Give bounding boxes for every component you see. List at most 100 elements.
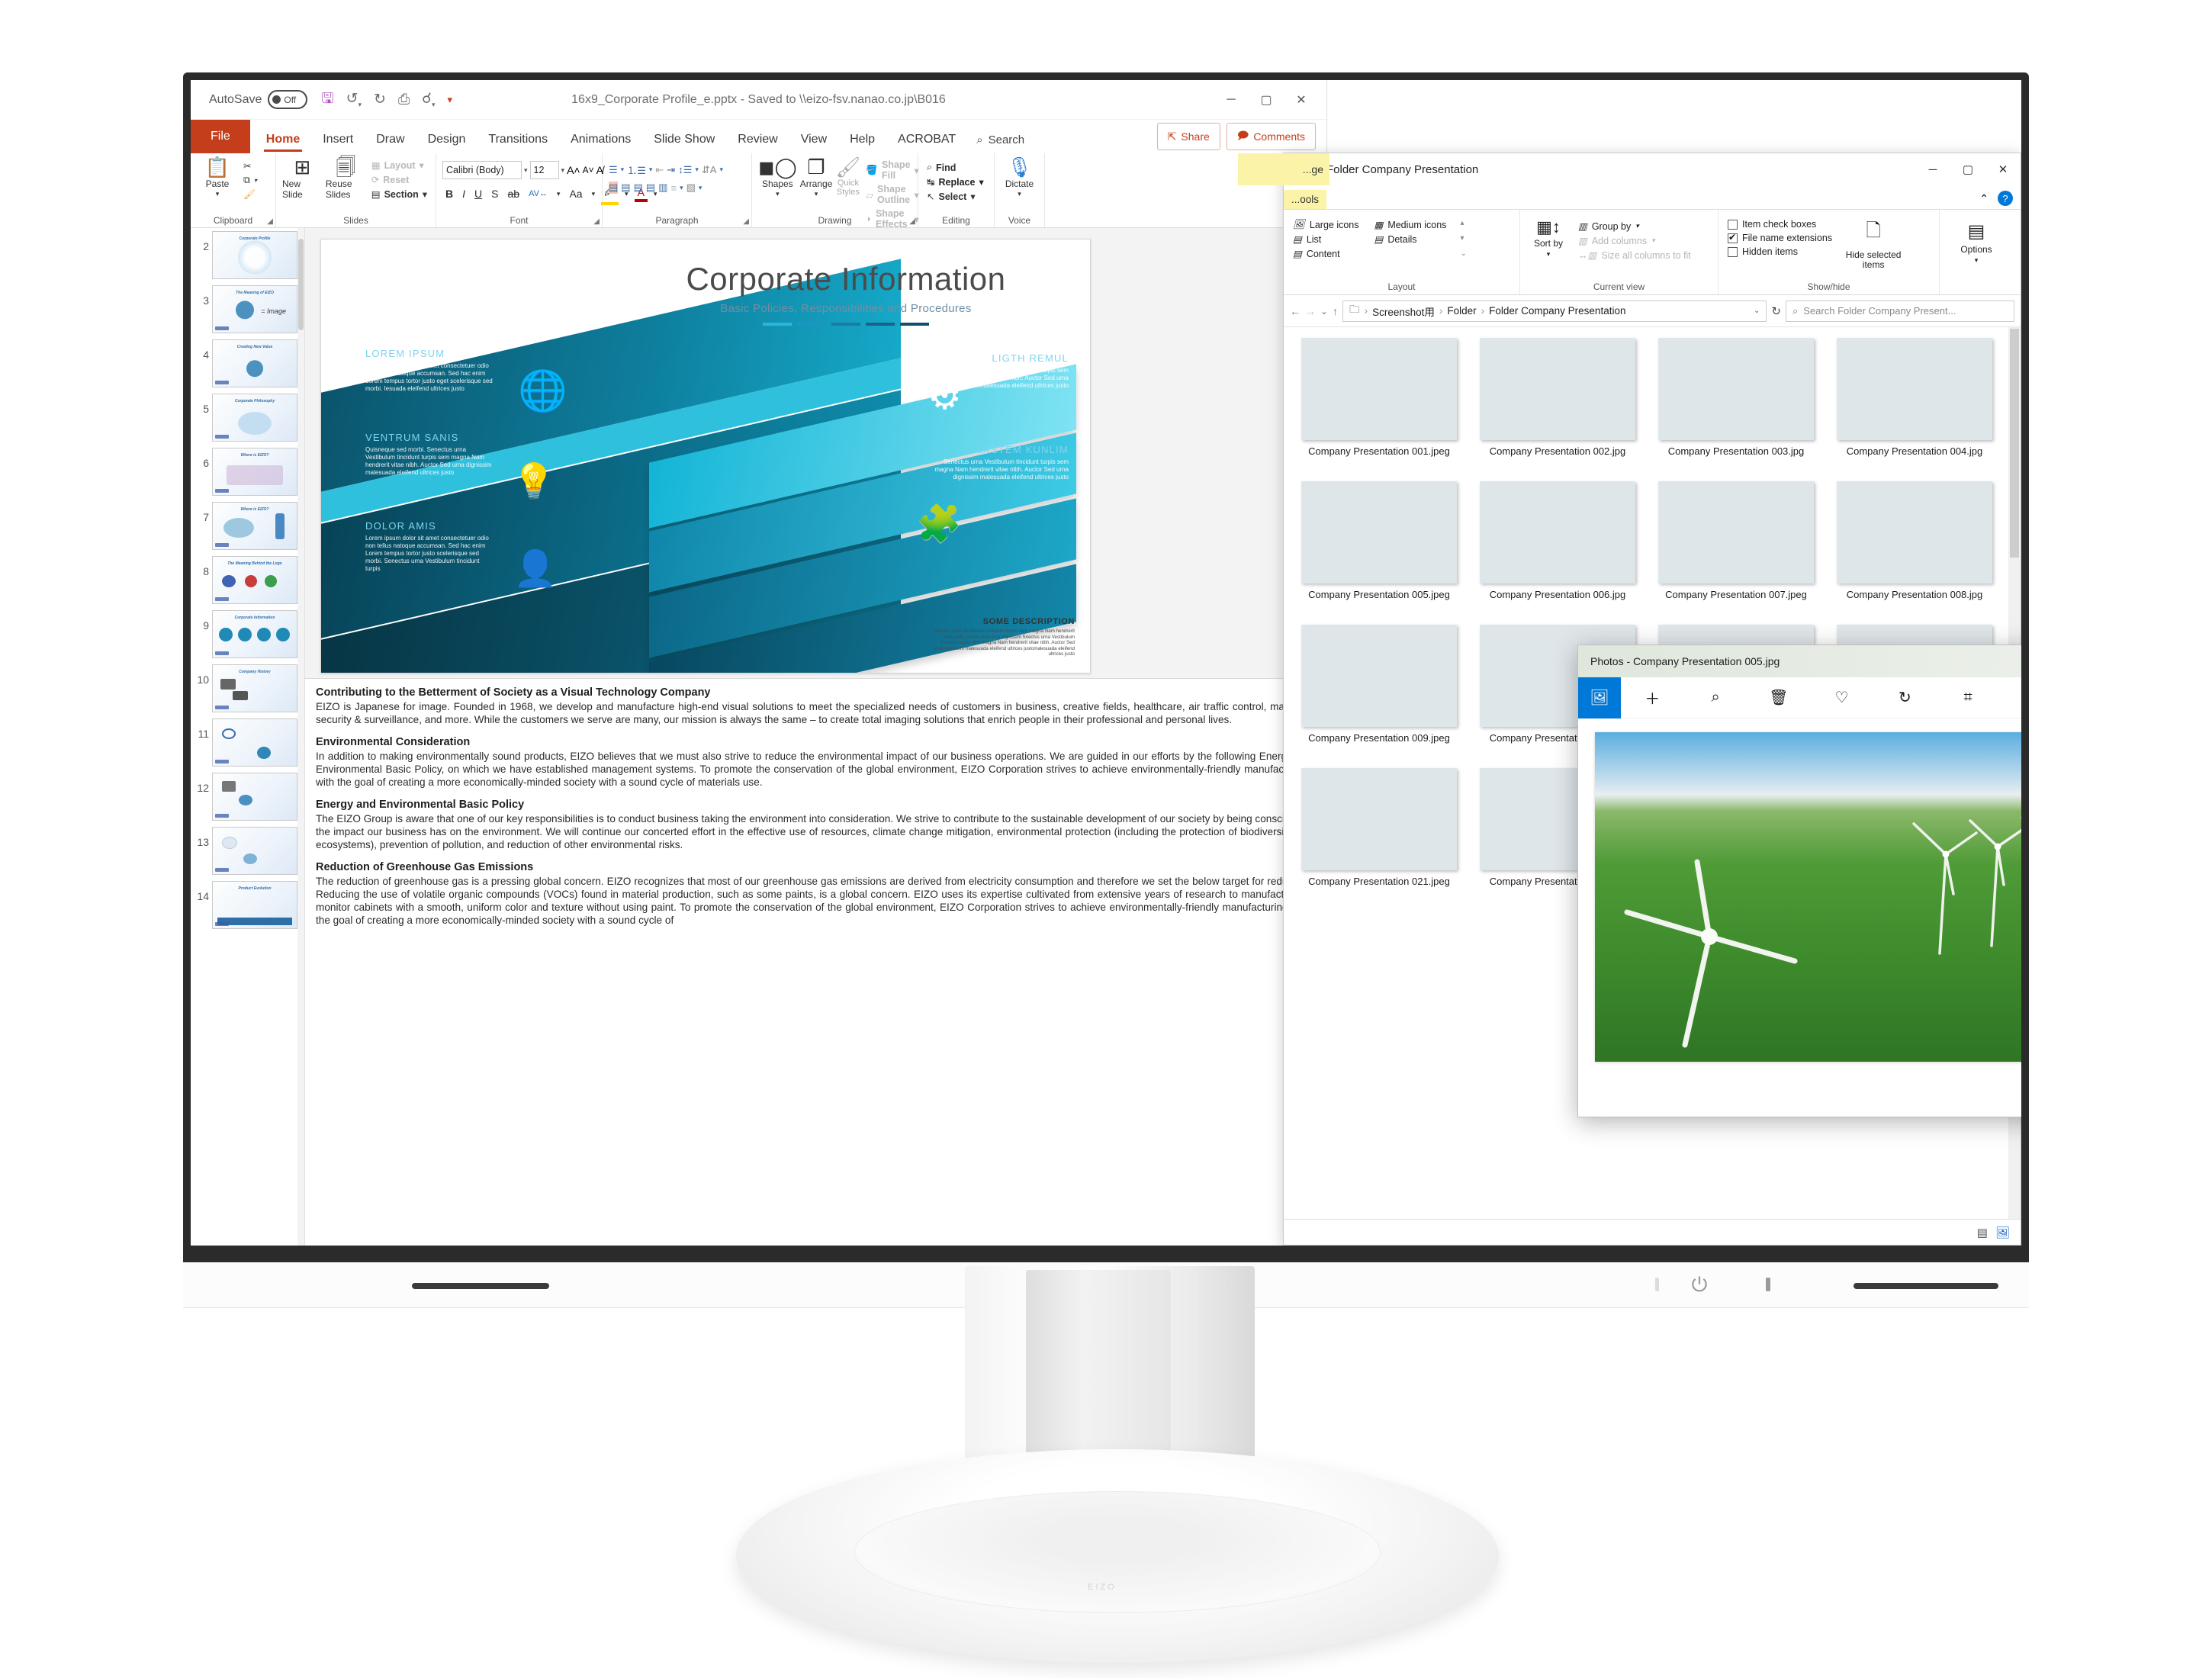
convert-smartart-icon[interactable]: ▧ [686,182,696,194]
tab-draw[interactable]: Draw [365,126,416,153]
find-button[interactable]: ⌕ Find [924,161,986,174]
tab-insert[interactable]: Insert [311,126,365,153]
text-shadow-button[interactable]: S [488,187,501,201]
change-case-button[interactable]: Aa [566,187,585,201]
slide-canvas[interactable]: Corporate Information Basic Policies, Re… [320,239,1091,673]
file-item[interactable]: Company Presentation 007.jpeg [1648,478,1824,622]
slide-thumbnail[interactable]: 6 Where is EIZO? [191,445,304,499]
thumbnail-scrollbar[interactable] [297,228,304,1246]
save-icon[interactable]: 🖫 [321,88,333,112]
view-details[interactable]: ▤ Details [1373,232,1448,246]
columns-icon[interactable]: ▥ [658,182,667,194]
align-left-icon[interactable]: ▤ [609,182,619,194]
edit-create-icon[interactable]: ✂⌄ [2000,688,2022,707]
add-to-icon[interactable]: ＋ [1621,686,1684,709]
large-icons-view-icon[interactable]: 🖼 [1995,1226,2010,1239]
tab-help[interactable]: Help [838,126,886,153]
file-item[interactable]: Company Presentation 009.jpeg [1291,622,1467,765]
comments-button[interactable]: 🗩 Comments [1226,123,1316,150]
new-slide-button[interactable]: ⊞ New Slide [282,156,323,200]
breadcrumb-item-current[interactable]: Folder Company Presentation [1489,305,1625,317]
breadcrumb-dropdown-icon[interactable]: ⌄ [1754,307,1760,315]
character-spacing-icon[interactable]: AV↔ [526,188,551,199]
view-content[interactable]: ▤ Content [1291,246,1361,261]
view-large-icons[interactable]: 🖼 Large icons [1291,217,1361,232]
up-icon[interactable]: ↑ [1333,305,1338,317]
slide-thumbnail[interactable]: 7 Where is EIZO? [191,499,304,553]
strikethrough-button[interactable]: ab [504,187,522,201]
explorer-scrollbar-thumb[interactable] [2010,329,2019,558]
group-by-button[interactable]: ▥ Group by ▾ [1577,219,1693,233]
underline-button[interactable]: U [471,187,485,201]
touch-mode-icon[interactable]: ☌▾ [422,90,435,109]
delete-icon[interactable]: 🗑 [1747,688,1811,707]
notes-pane[interactable]: Contributing to the Betterment of Societ… [305,678,1326,1246]
slide-thumbnail[interactable]: 4 Creating New Value [191,336,304,391]
file-item[interactable]: Company Presentation 006.jpg [1470,478,1645,622]
font-dialog-launcher[interactable]: ◢ [593,217,600,226]
redo-icon[interactable]: ↻ [374,91,386,108]
paragraph-dialog-launcher[interactable]: ◢ [743,217,749,226]
chevron-down-icon[interactable]: ▾ [216,190,220,198]
crop-icon[interactable]: ⌗ [1937,689,2000,706]
slide-thumbnail[interactable]: 3 The Meaning of EIZO = Image [191,282,304,336]
cut-icon[interactable]: ✂ [241,159,259,172]
slide-thumbnail[interactable]: 11 [191,715,304,770]
help-icon[interactable]: ? [1998,191,2013,206]
details-view-icon[interactable]: ▤ [1977,1226,1988,1239]
photo-viewport[interactable] [1595,732,2021,1062]
search-input[interactable]: ⌕ Search Folder Company Present... [1786,300,2014,322]
file-name-extensions-option[interactable]: File name extensions [1726,231,1834,245]
reuse-slides-button[interactable]: 🗐 Reuse Slides [326,156,366,200]
layout-scroll-down-icon[interactable]: ▾ [1460,234,1466,243]
close-button[interactable]: ✕ [1284,86,1319,114]
decrease-indent-icon[interactable]: ⇤ [655,164,664,176]
slide-thumbnail[interactable]: 9 Corporate Information [191,607,304,661]
chevron-up-icon[interactable]: ⌃ [1979,192,1989,205]
item-check-boxes-option[interactable]: Item check boxes [1726,217,1834,231]
text-direction-icon[interactable]: ⇵A [702,164,717,176]
autosave-toggle[interactable]: Off [268,90,308,109]
breadcrumb[interactable]: 🗀 › Screenshot用 › Folder › Folder Compan… [1342,300,1767,322]
back-icon[interactable]: ← [1290,305,1301,317]
rotate-icon[interactable]: ↻ [1873,688,1937,707]
tab-acrobat[interactable]: ACROBAT [886,126,967,153]
checkbox[interactable] [1728,219,1738,230]
breadcrumb-item-screenshot[interactable]: Screenshot用 [1372,304,1435,319]
tab-file[interactable]: File [191,120,250,153]
file-item[interactable]: Company Presentation 021.jpeg [1291,765,1467,908]
font-name-input[interactable]: Calibri (Body) [442,161,522,179]
share-button[interactable]: ⇱ Share [1156,123,1220,150]
forward-icon[interactable]: → [1305,305,1316,317]
align-text-icon[interactable]: ≡ [670,182,677,194]
font-size-input[interactable]: 12 [529,161,559,179]
shapes-button[interactable]: ◼◯ Shapes ▾ [758,156,797,198]
undo-icon[interactable]: ↺▾ [346,90,362,109]
tab-slide-show[interactable]: Slide Show [642,126,726,153]
tab-home[interactable]: Home [255,126,311,153]
minimize-button[interactable]: ─ [1915,153,1950,185]
slide-thumbnail[interactable]: 14 Product Evolution [191,878,304,932]
slide-thumbnail[interactable]: 13 [191,824,304,878]
tab-animations[interactable]: Animations [559,126,642,153]
select-button[interactable]: ↖ Select ▾ [924,190,986,203]
quick-styles-button[interactable]: 🖌 Quick Styles [835,156,860,197]
favorite-heart-icon[interactable]: ♡ [1810,688,1873,707]
increase-font-size-icon[interactable]: A˄ [567,164,580,176]
maximize-button[interactable]: ▢ [1950,153,1985,185]
layout-expand-icon[interactable]: ⌄ [1460,249,1466,258]
file-item[interactable]: Company Presentation 001.jpeg [1291,335,1467,478]
layout-scroll-up-icon[interactable]: ▴ [1460,219,1466,227]
bold-button[interactable]: B [442,187,456,201]
tab-view[interactable]: View [789,126,838,153]
drawing-dialog-launcher[interactable]: ◢ [909,217,915,226]
tab-review[interactable]: Review [726,126,789,153]
file-item[interactable]: Company Presentation 008.jpg [1827,478,2002,622]
checkbox-checked[interactable] [1728,232,1738,243]
maximize-button[interactable]: ▢ [1249,86,1284,114]
options-button[interactable]: ▤ Options ▾ [1947,214,2005,265]
copy-icon[interactable]: ⧉ ▾ [241,174,259,187]
breadcrumb-item-folder[interactable]: Folder [1447,305,1476,317]
section-button[interactable]: ▤ Section ▾ [369,188,429,201]
slide-thumbnail[interactable]: 10 Company History [191,661,304,715]
